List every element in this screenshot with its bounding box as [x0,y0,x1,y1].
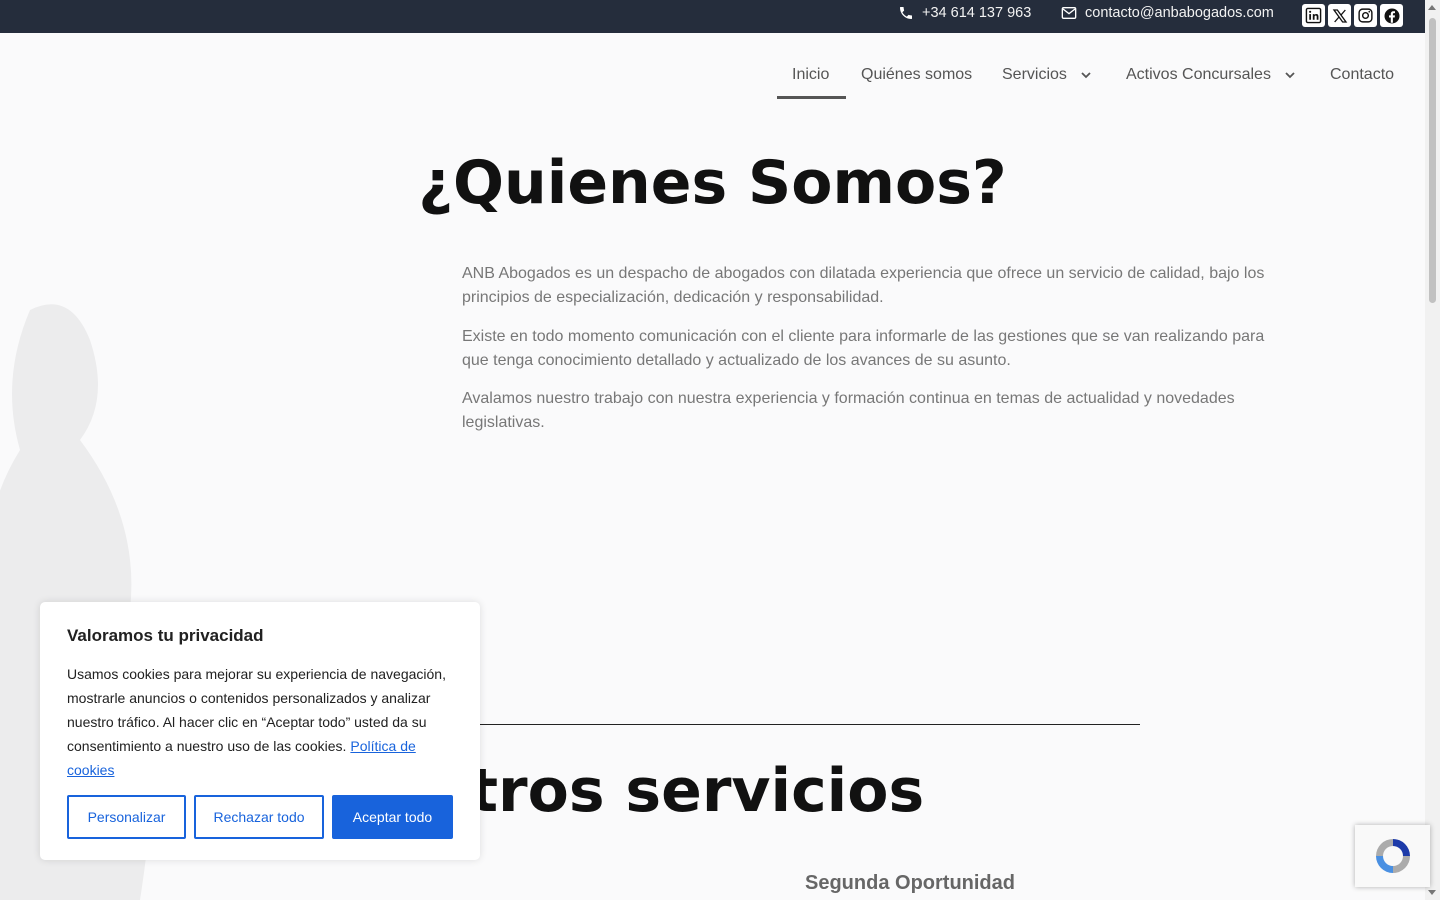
cookie-buttons: Personalizar Rechazar todo Aceptar todo [67,795,453,839]
nav-item-label: Activos Concursales [1126,66,1271,83]
recaptcha-icon [1375,839,1410,873]
page-title: ¿Quienes Somos? [0,148,1425,218]
chevron-down-icon [1285,71,1295,78]
nav-item-contacto[interactable]: Contacto [1330,66,1394,84]
nav-item-label: Servicios [1002,66,1067,83]
nav-item-label: Contacto [1330,66,1395,83]
chevron-down-icon [1081,71,1091,78]
nav-item-inicio[interactable]: Inicio [792,66,829,84]
section-divider [440,724,1140,725]
recaptcha-badge[interactable] [1355,825,1430,887]
scrollbar-thumb[interactable] [1429,18,1436,303]
top-bar: +34 614 137 963 contacto@anbabogados.com [0,0,1425,33]
reject-all-button[interactable]: Rechazar todo [194,795,324,839]
about-text: ANB Abogados es un despacho de abogados … [462,262,1274,450]
nav-item-label: Inicio [792,66,830,83]
email-contact[interactable]: contacto@anbabogados.com [1061,5,1274,21]
page-title-text: ¿Quienes Somos? [418,148,1007,218]
nav-item-servicios[interactable]: Servicios [1002,66,1091,84]
cookie-text: Usamos cookies para mejorar su experienc… [67,662,457,782]
scroll-down-arrow-icon[interactable] [1428,890,1436,895]
cookie-title: Valoramos tu privacidad [67,626,264,645]
nav-item-activos-concursales[interactable]: Activos Concursales [1126,66,1295,84]
phone-contact[interactable]: +34 614 137 963 [898,5,1031,21]
nav-item-label: Quiénes somos [861,66,973,83]
envelope-icon [1061,7,1077,19]
social-links [1302,4,1403,27]
facebook-icon[interactable] [1380,4,1403,27]
linkedin-icon[interactable] [1302,4,1325,27]
cookie-consent-dialog: Valoramos tu privacidad Usamos cookies p… [40,602,480,860]
nav-item-quienes-somos[interactable]: Quiénes somos [861,66,972,84]
x-icon[interactable] [1328,4,1351,27]
phone-number: +34 614 137 963 [922,5,1032,21]
instagram-icon[interactable] [1354,4,1377,27]
service-item-title[interactable]: Segunda Oportunidad [805,872,1015,895]
about-paragraph: Avalamos nuestro trabajo con nuestra exp… [462,390,1235,431]
phone-icon [900,7,912,19]
about-paragraph: ANB Abogados es un despacho de abogados … [462,265,1265,306]
scroll-up-arrow-icon[interactable] [1428,5,1436,10]
main-nav: Inicio Quiénes somos Servicios Activos C… [0,56,1425,100]
email-address: contacto@anbabogados.com [1085,5,1274,21]
about-paragraph: Existe en todo momento comunicación con … [462,327,1265,369]
customize-button[interactable]: Personalizar [67,795,186,839]
nav-active-indicator [777,96,846,99]
page-scrollbar[interactable] [1425,0,1440,900]
accept-all-button[interactable]: Aceptar todo [332,795,453,839]
